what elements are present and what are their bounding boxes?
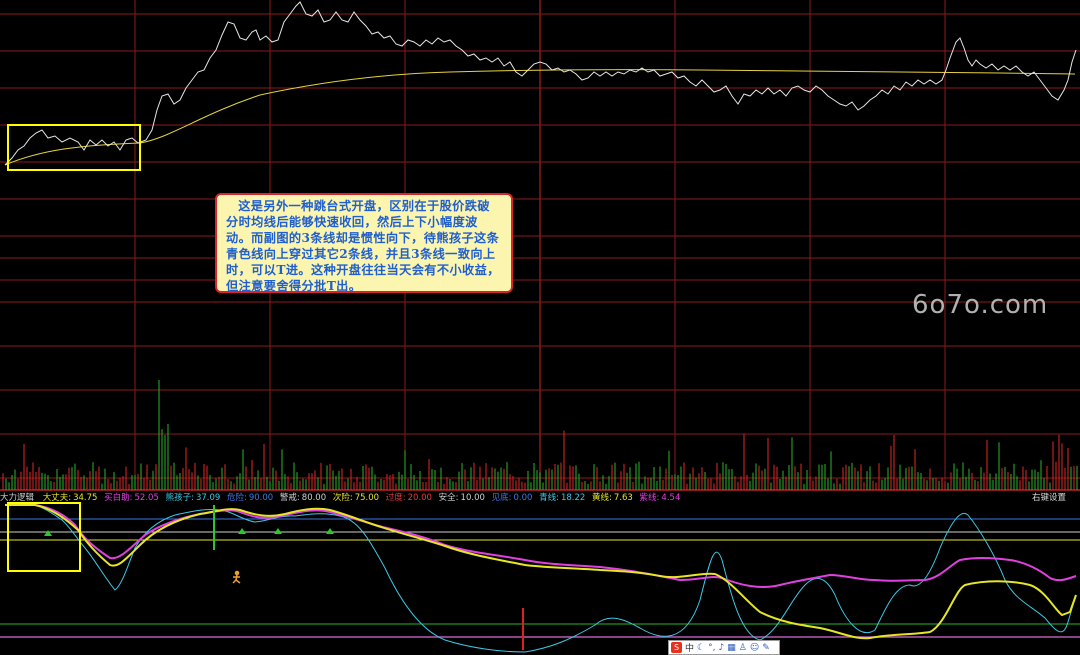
magenta-line (5, 504, 1077, 588)
legend-item-7: 过度: 20.00 (385, 493, 432, 503)
highlight-box-indicator (7, 502, 81, 572)
legend-item-5: 警戒: 80.00 (279, 493, 327, 503)
indicator-levels (0, 518, 1080, 638)
ime-lang-toggle[interactable]: 中 (685, 641, 694, 654)
moon-icon[interactable]: ☾ (697, 643, 705, 653)
watermark: 6o7o.com (912, 290, 1049, 320)
legend-item-8: 安全: 10.00 (438, 493, 485, 503)
legend-item-1: 大丈夫: 34.75 (42, 493, 98, 503)
legend-item-11: 黄线: 7.63 (592, 493, 633, 503)
legend-item-2: 买白助: 52.05 (104, 493, 159, 503)
comma-icon[interactable]: °, (708, 643, 715, 653)
intraday-chart[interactable] (0, 0, 1080, 655)
user-icon[interactable]: ☺ (750, 643, 759, 653)
legend-item-4: 危险: 90.00 (226, 493, 274, 503)
legend-item-0: 大力逻辑 (0, 493, 35, 503)
right-click-settings[interactable]: 右键设置 (1032, 492, 1066, 504)
mic-icon[interactable]: ♪ (718, 643, 724, 653)
legend-item-9: 见底: 0.00 (491, 493, 533, 503)
shirt-icon[interactable]: ♙ (739, 643, 747, 653)
wrench-icon[interactable]: ✎ (762, 643, 770, 653)
sogou-logo-icon[interactable]: S (671, 642, 682, 653)
ime-toolbar[interactable]: S 中 ☾ °, ♪ ▦ ♙ ☺ ✎ (668, 640, 780, 655)
price-grid (0, 0, 1080, 490)
legend-item-6: 次险: 75.00 (332, 493, 380, 503)
runner-icon (232, 570, 241, 584)
keyboard-icon[interactable]: ▦ (727, 643, 736, 653)
legend-item-12: 紫线: 4.54 (639, 493, 681, 503)
legend-item-3: 熊孩子: 37.09 (165, 493, 221, 503)
legend-item-10: 青线: 18.22 (539, 493, 586, 503)
annotation-callout: 这是另外一种跳台式开盘，区别在于股价跌破分时均线后能够快速收回，然后上下小幅度波… (215, 193, 513, 293)
indicator-legend: 大力逻辑 大丈夫: 34.75 买白助: 52.05 熊孩子: 37.09 危险: 90… (0, 492, 684, 504)
